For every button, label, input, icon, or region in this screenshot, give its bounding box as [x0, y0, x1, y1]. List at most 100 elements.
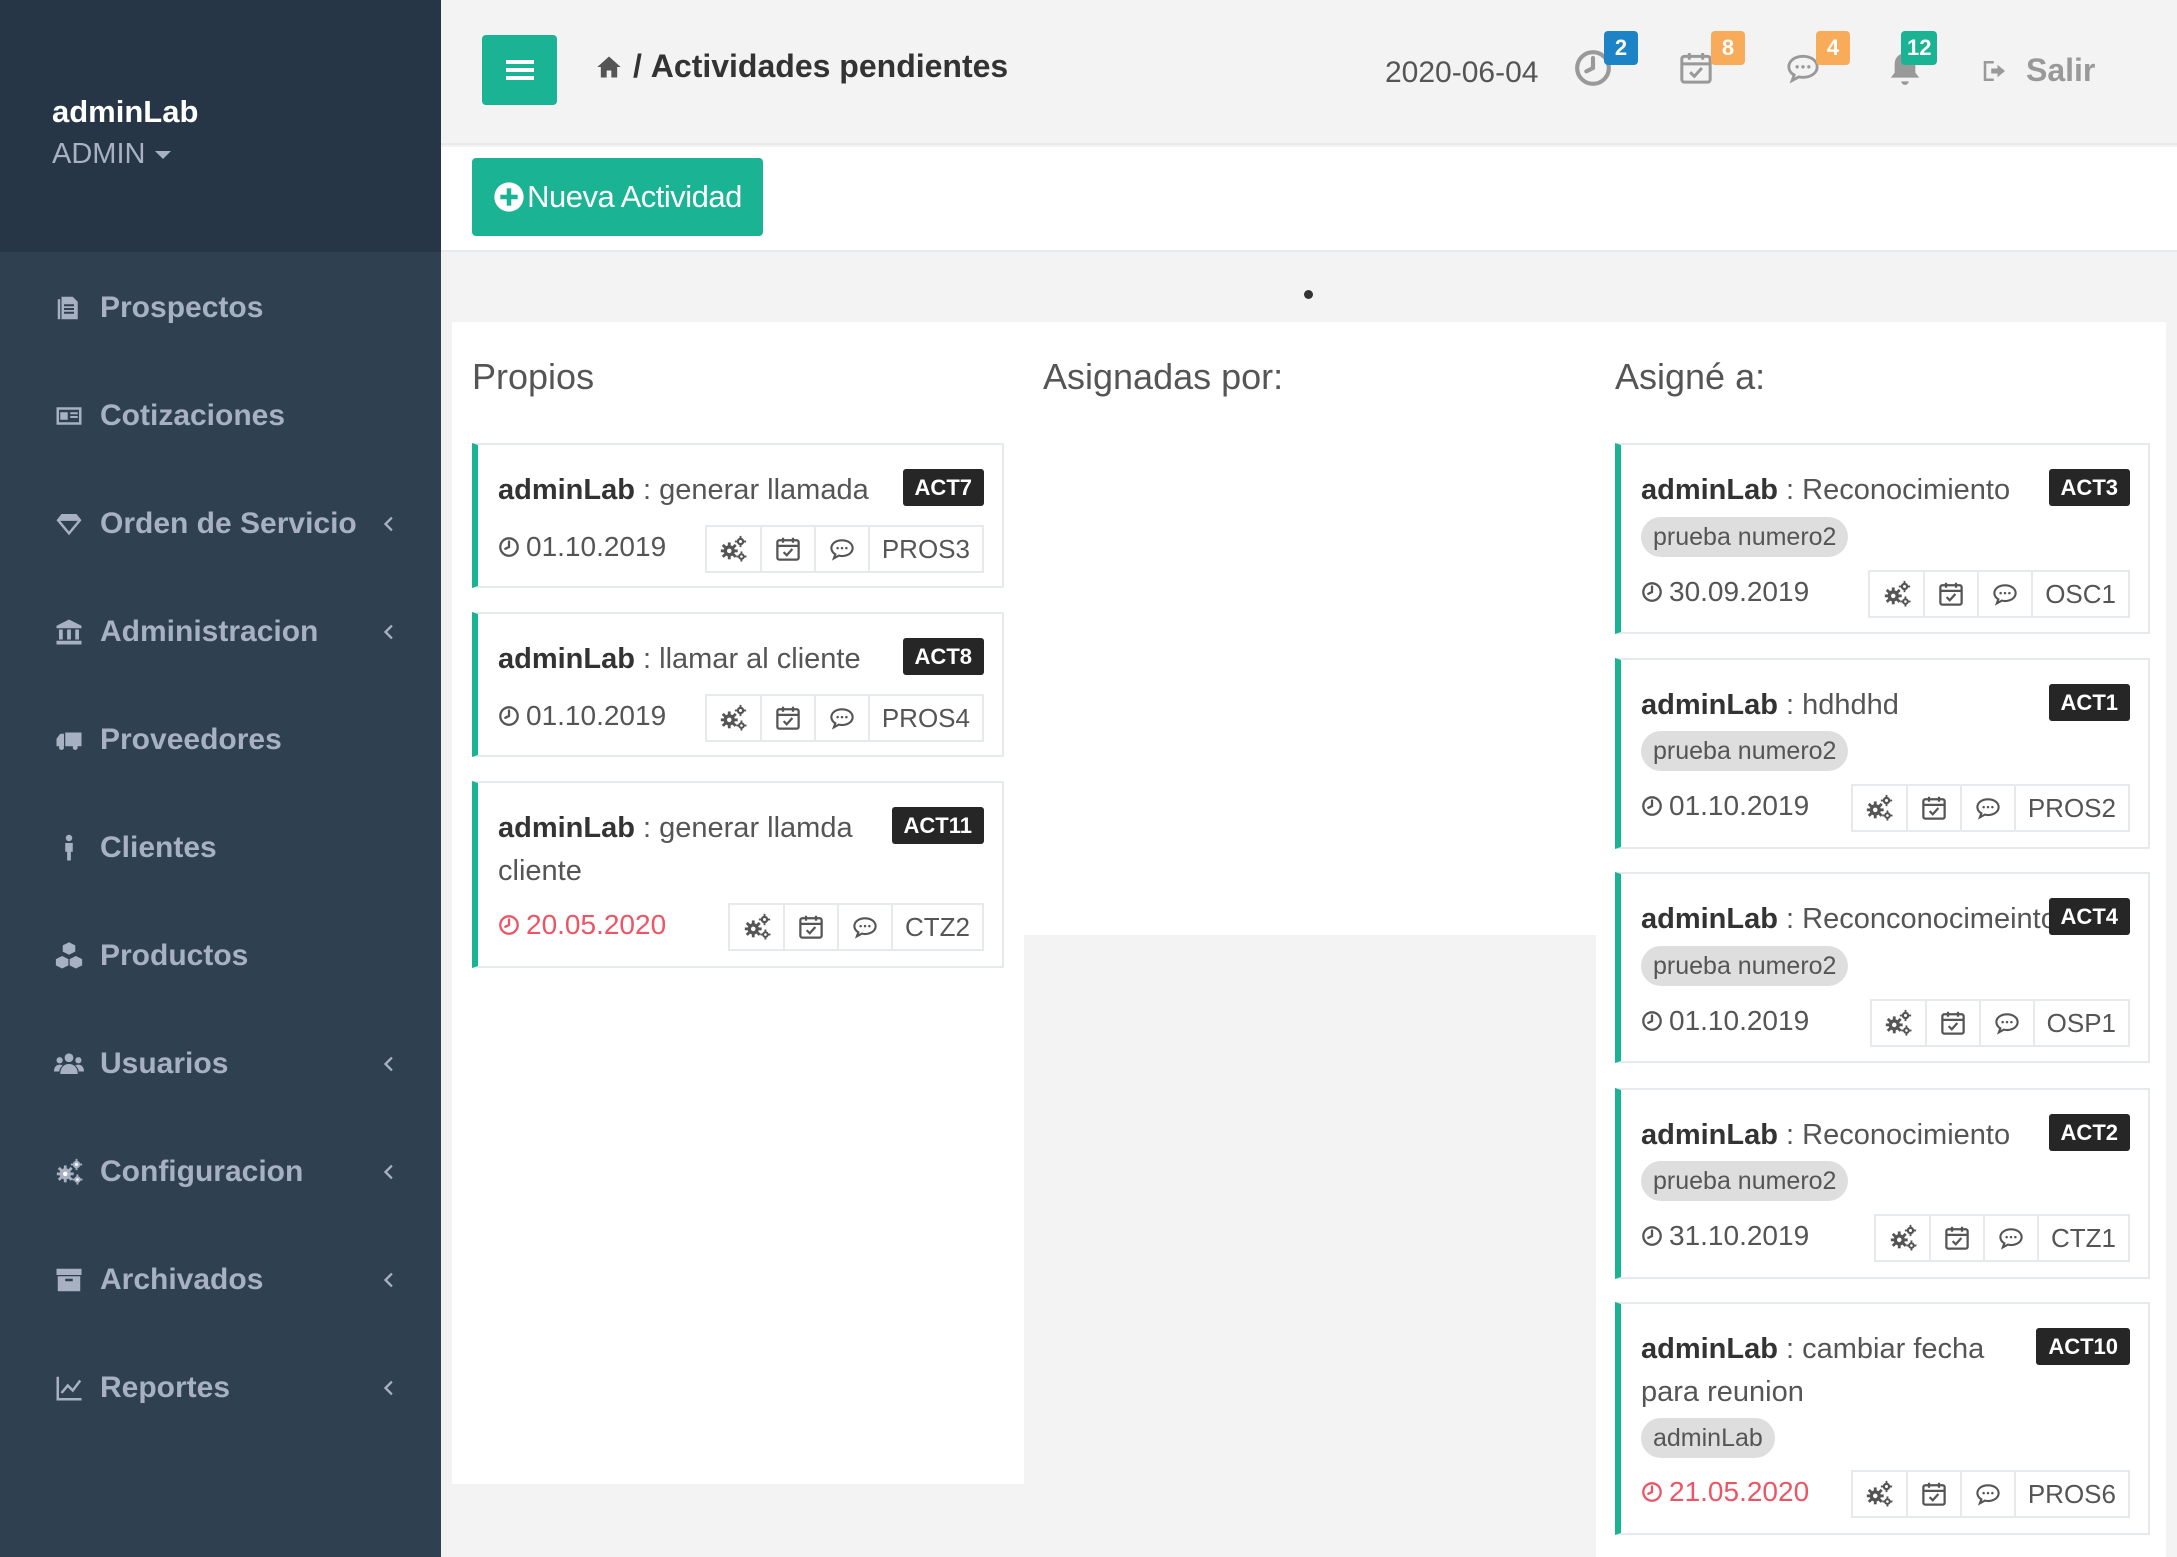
card-actions: PROS6 — [1850, 1470, 2130, 1518]
schedule-button[interactable] — [1905, 784, 1962, 832]
activity-card[interactable]: adminLab : Reconocimiento ACT2 prueba nu… — [1615, 1088, 2150, 1279]
card-title: adminLab : cambiar fecha para reunion — [1641, 1328, 2041, 1414]
reference-button[interactable]: CTZ1 — [2037, 1214, 2130, 1262]
new-activity-button[interactable]: Nueva Actividad — [472, 158, 763, 236]
schedule-button[interactable] — [759, 525, 816, 573]
sidebar-item-usuarios[interactable]: Usuarios — [0, 1024, 441, 1104]
settings-button[interactable] — [1869, 999, 1927, 1047]
archive-icon — [52, 1263, 86, 1297]
reference-button[interactable]: PROS6 — [2013, 1470, 2130, 1518]
schedule-button[interactable] — [1905, 1470, 1962, 1518]
reference-button[interactable]: OSP1 — [2032, 999, 2130, 1047]
clock-icon — [1641, 1010, 1663, 1032]
comment-button[interactable] — [1978, 999, 2035, 1047]
activity-card[interactable]: adminLab : generar llamda cliente ACT11 … — [472, 781, 1004, 968]
settings-button[interactable] — [728, 903, 785, 951]
reference-button[interactable]: PROS4 — [867, 694, 984, 742]
sidebar-item-administracion[interactable]: Administracion — [0, 592, 441, 672]
truck-icon — [52, 723, 86, 757]
card-date: 01.10.2019 — [1641, 1005, 1809, 1037]
gears-icon — [1864, 1479, 1894, 1509]
card-title: adminLab : generar llamda cliente — [498, 807, 878, 893]
sidebar-item-cotizaciones[interactable]: Cotizaciones — [0, 376, 441, 456]
schedule-button[interactable] — [783, 903, 839, 951]
activity-code-badge: ACT1 — [2048, 684, 2130, 721]
notification-badge: 4 — [1816, 31, 1850, 65]
notification-badge: 8 — [1711, 31, 1745, 65]
logout-button[interactable]: Salir — [1980, 52, 2095, 89]
assignee-tag: prueba numero2 — [1641, 517, 1849, 557]
sidebar-item-clientes[interactable]: Clientes — [0, 808, 441, 888]
comment-button[interactable] — [1977, 570, 2034, 618]
current-date: 2020-06-04 — [1385, 56, 1539, 89]
hamburger-icon — [505, 60, 534, 80]
card-user: adminLab — [498, 812, 635, 844]
comment-button[interactable] — [1959, 1470, 2016, 1518]
settings-button[interactable] — [1868, 570, 1926, 618]
sidebar-item-configuracion[interactable]: Configuracion — [0, 1132, 441, 1212]
comment-button[interactable] — [837, 903, 893, 951]
column-asignadas — [1024, 322, 1596, 935]
activity-card[interactable]: adminLab : hdhdhd ACT1 prueba numero2 01… — [1615, 658, 2150, 849]
reference-button[interactable]: CTZ2 — [891, 903, 984, 951]
sidebar-item-reportes[interactable]: Reportes — [0, 1348, 441, 1428]
card-date: 01.10.2019 — [1641, 790, 1809, 822]
reference-button[interactable]: PROS2 — [2013, 784, 2130, 832]
profile-role-dropdown[interactable]: ADMIN — [52, 138, 172, 171]
settings-button[interactable] — [704, 694, 762, 742]
card-actions: PROS2 — [1850, 784, 2130, 832]
assignee-tag: prueba numero2 — [1641, 1161, 1849, 1201]
menu-toggle-button[interactable] — [482, 35, 557, 105]
schedule-button[interactable] — [1929, 1214, 1985, 1262]
sidebar-item-orden-de-servicio[interactable]: Orden de Servicio — [0, 484, 441, 564]
comment-button[interactable] — [1983, 1214, 2039, 1262]
card-text: generar llamada — [659, 474, 869, 506]
settings-button[interactable] — [1874, 1214, 1931, 1262]
chevron-left-icon — [375, 1374, 403, 1402]
notification-badge: 2 — [1604, 31, 1638, 65]
card-sep: : — [1777, 1333, 1803, 1365]
settings-button[interactable] — [704, 525, 762, 573]
reference-button[interactable]: PROS3 — [867, 525, 984, 573]
home-icon[interactable] — [595, 53, 623, 81]
schedule-button[interactable] — [1924, 999, 1981, 1047]
settings-button[interactable] — [1850, 784, 1908, 832]
chevron-left-icon — [375, 1050, 403, 1078]
settings-button[interactable] — [1850, 1470, 1908, 1518]
comment-button[interactable] — [1959, 784, 2016, 832]
card-actions: OSP1 — [1869, 999, 2130, 1047]
activity-card[interactable]: adminLab : llamar al cliente ACT8 01.10.… — [472, 612, 1004, 757]
activity-card[interactable]: adminLab : generar llamada ACT7 01.10.20… — [472, 443, 1004, 588]
calendar-check-icon — [1942, 1223, 1972, 1253]
card-text: hdhdhd — [1802, 689, 1899, 721]
activity-card[interactable]: adminLab : Reconocimiento ACT3 prueba nu… — [1615, 443, 2150, 634]
id-card-icon — [52, 399, 86, 433]
chevron-left-icon — [375, 618, 403, 646]
schedule-button[interactable] — [759, 694, 816, 742]
clock-icon — [1641, 1481, 1663, 1503]
sidebar-item-archivados[interactable]: Archivados — [0, 1240, 441, 1320]
column-title: Asigné a: — [1615, 356, 1766, 397]
activity-card[interactable]: adminLab : cambiar fecha para reunion AC… — [1615, 1302, 2150, 1535]
column-title: Asignadas por: — [1043, 356, 1284, 397]
card-date-value: 01.10.2019 — [526, 531, 667, 562]
sidebar-item-productos[interactable]: Productos — [0, 916, 441, 996]
cubes-icon — [52, 939, 86, 973]
card-date-value: 01.10.2019 — [1669, 1005, 1810, 1036]
sidebar-item-proveedores[interactable]: Proveedores — [0, 700, 441, 780]
reference-button[interactable]: OSC1 — [2031, 570, 2130, 618]
card-date-value: 01.10.2019 — [1669, 790, 1810, 821]
gears-icon — [718, 534, 748, 564]
card-date: 01.10.2019 — [498, 700, 666, 732]
schedule-button[interactable] — [1923, 570, 1980, 618]
calendar-check-icon — [796, 912, 826, 942]
activity-card[interactable]: adminLab : Reconconocimeinto ACT4 prueba… — [1615, 872, 2150, 1063]
sidebar-item-prospectos[interactable]: Prospectos — [0, 268, 441, 348]
card-actions: CTZ2 — [728, 903, 984, 951]
clock-icon — [1641, 581, 1663, 603]
comment-button[interactable] — [813, 694, 870, 742]
comment-icon — [1992, 1008, 2022, 1038]
comment-icon — [1973, 793, 2003, 823]
comment-button[interactable] — [813, 525, 870, 573]
card-date-value: 21.05.2020 — [1669, 1476, 1810, 1507]
